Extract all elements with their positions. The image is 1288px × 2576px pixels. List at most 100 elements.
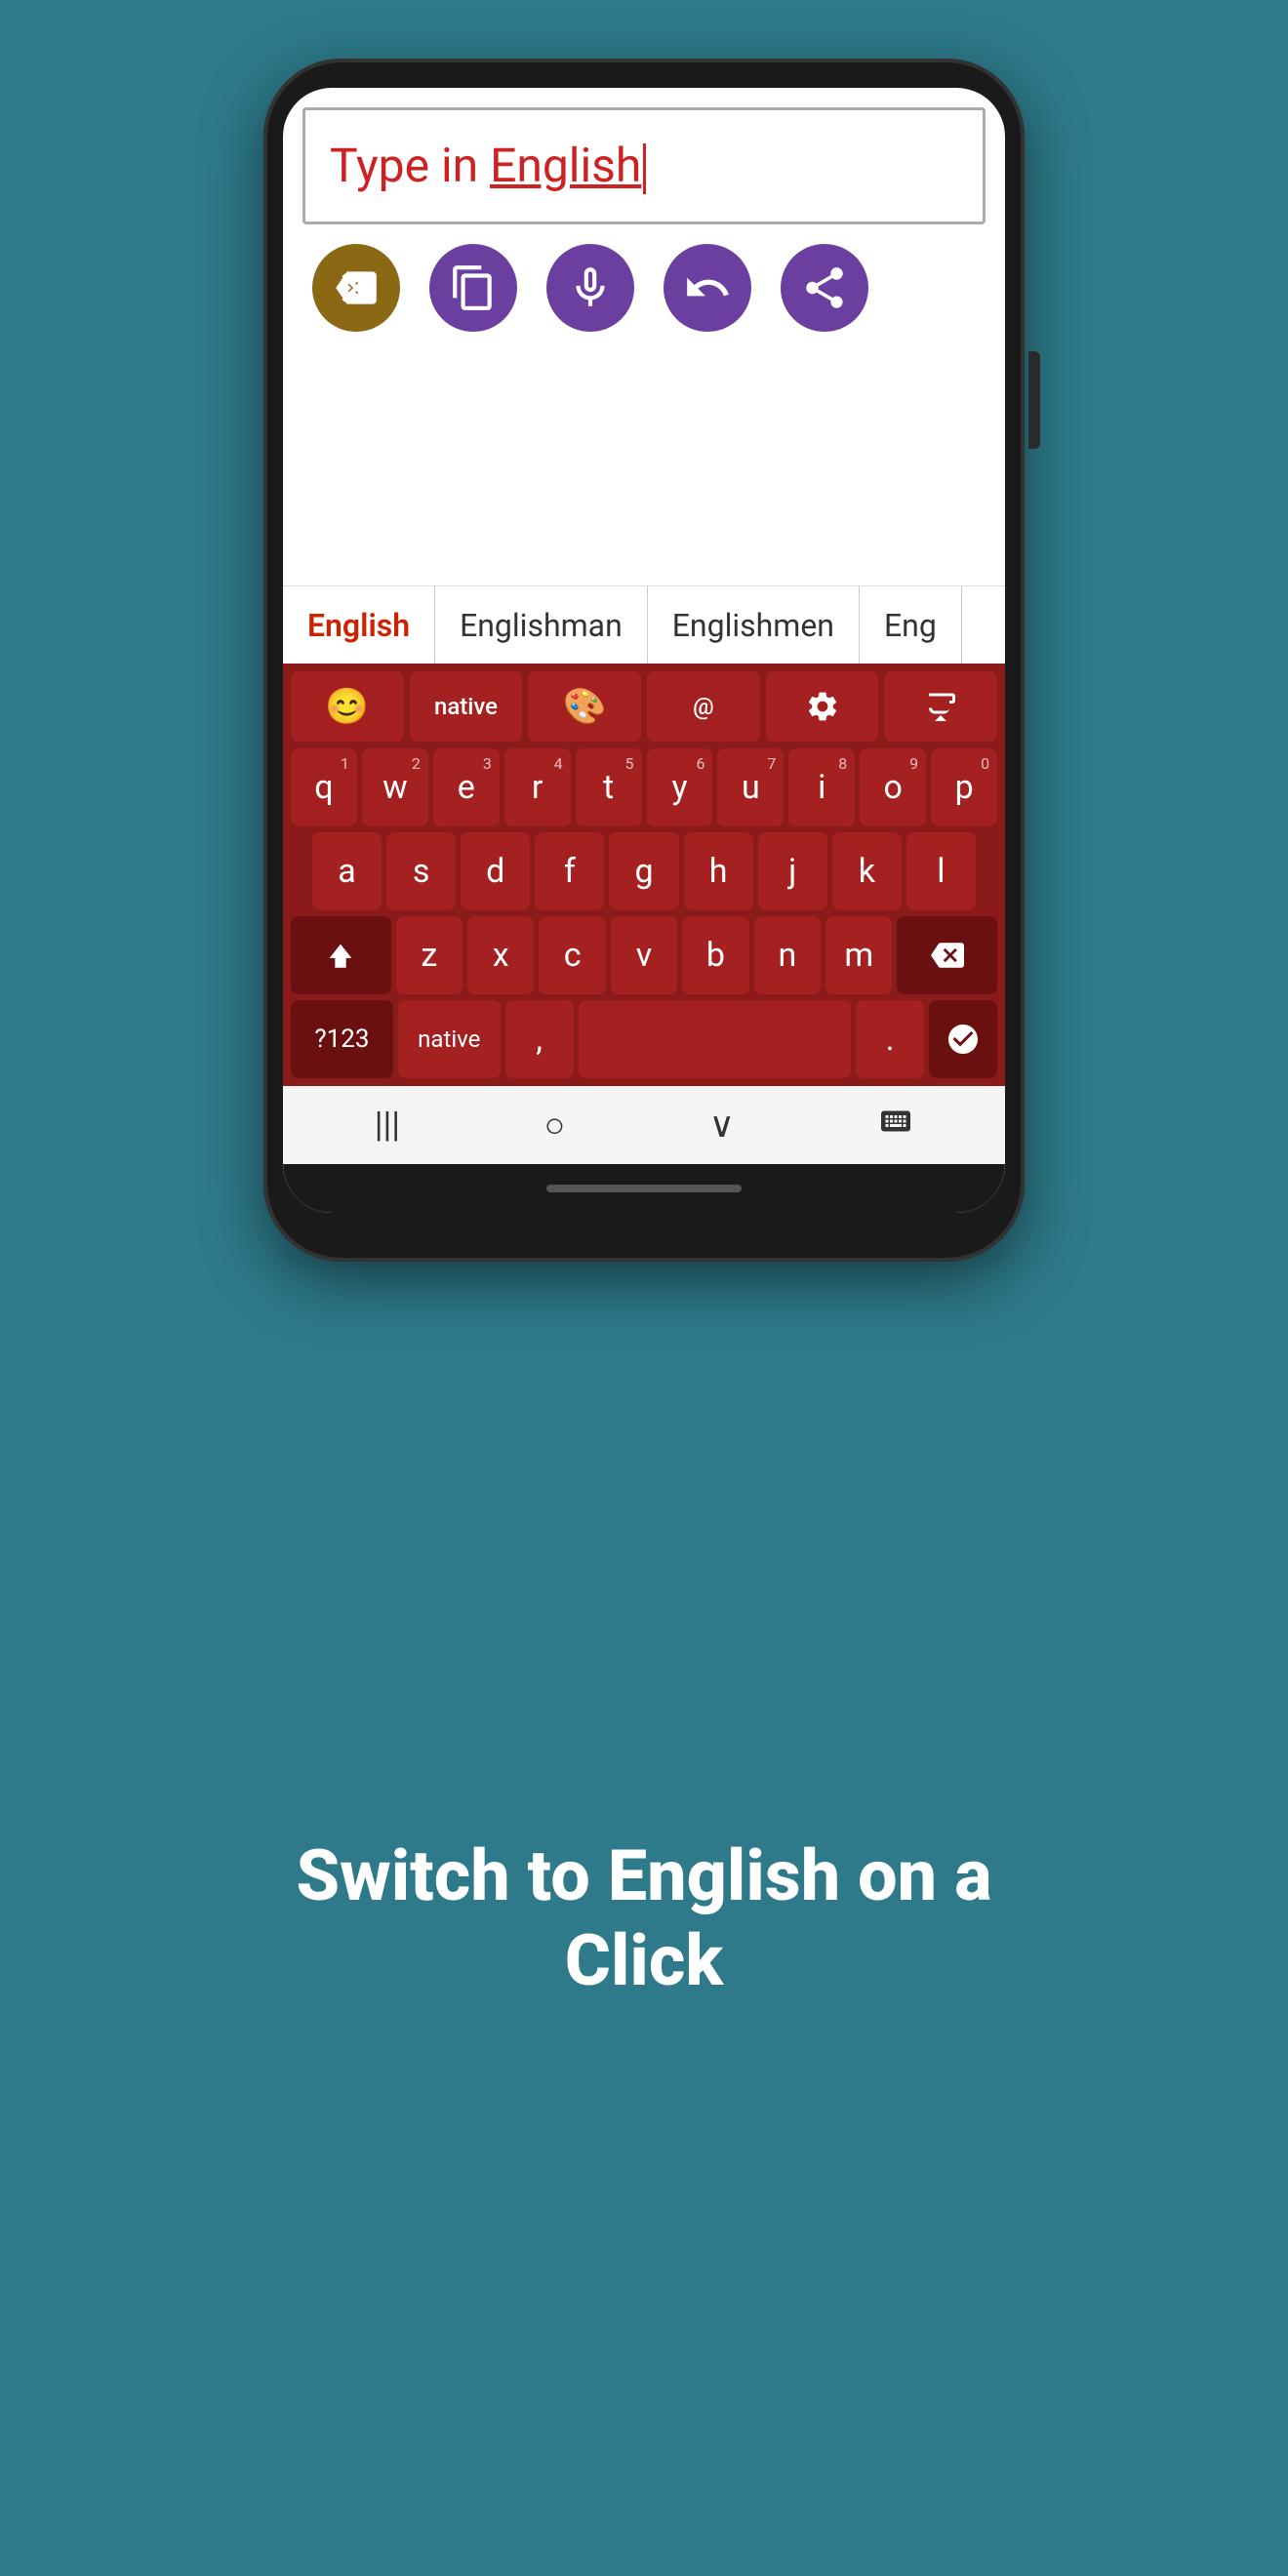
key-space[interactable] xyxy=(579,1000,852,1078)
key-backspace[interactable] xyxy=(897,916,997,994)
key-n[interactable]: n xyxy=(754,916,821,994)
key-q[interactable]: q 1 xyxy=(291,748,357,826)
suggestion-eng[interactable]: Eng xyxy=(860,586,962,664)
key-label: l xyxy=(937,855,945,888)
delete-icon xyxy=(332,263,381,312)
key-period[interactable]: . xyxy=(856,1000,924,1078)
key-g[interactable]: g xyxy=(609,832,678,910)
key-label: i xyxy=(818,771,825,804)
text-cursor xyxy=(643,143,646,194)
key-label: z xyxy=(421,939,437,972)
key-numbers[interactable]: ?123 xyxy=(291,1000,393,1078)
copy-button[interactable] xyxy=(429,244,517,332)
key-z[interactable]: z xyxy=(396,916,463,994)
emoji-icon: 😊 xyxy=(325,686,369,727)
settings-key[interactable] xyxy=(766,671,879,742)
phone-frame: Type in English xyxy=(263,59,1025,1262)
keyboard-area: 😊 native 🎨 @ xyxy=(283,664,1005,1164)
nav-keyboard[interactable] xyxy=(878,1104,913,1147)
key-h[interactable]: h xyxy=(684,832,753,910)
suggestion-englishman[interactable]: Englishman xyxy=(435,586,648,664)
home-bar xyxy=(283,1164,1005,1213)
side-button xyxy=(1028,351,1040,449)
key-shift[interactable] xyxy=(291,916,391,994)
toolbar-row xyxy=(283,224,1005,351)
text-underline: English xyxy=(490,138,641,193)
spacer-area xyxy=(283,351,1005,585)
undo-button[interactable] xyxy=(664,244,751,332)
phone-container: Type in English xyxy=(263,59,1025,1262)
copy-icon xyxy=(449,263,498,312)
key-t[interactable]: t 5 xyxy=(576,748,642,826)
key-label: y xyxy=(671,771,687,804)
key-number: 9 xyxy=(909,754,918,773)
keyboard-hide-key[interactable] xyxy=(884,671,997,742)
key-label: a xyxy=(338,855,356,888)
key-label: n xyxy=(778,939,796,972)
key-y[interactable]: y 6 xyxy=(647,748,713,826)
keyboard-hide-icon xyxy=(923,689,958,724)
keyboard-row-3: z x c v b n xyxy=(283,913,1005,997)
key-label: ?123 xyxy=(314,1026,369,1052)
key-label: v xyxy=(636,939,652,972)
at-label: @ xyxy=(693,693,714,720)
bottom-tagline: Switch to English on aClick xyxy=(297,1834,992,2003)
key-label: e xyxy=(458,771,475,804)
key-label: o xyxy=(884,771,903,804)
key-comma[interactable]: , xyxy=(505,1000,574,1078)
key-e[interactable]: e 3 xyxy=(433,748,500,826)
text-input-area[interactable]: Type in English xyxy=(302,107,986,224)
key-p[interactable]: p 0 xyxy=(931,748,997,826)
key-number: 6 xyxy=(696,754,704,773)
delete-button[interactable] xyxy=(312,244,400,332)
at-key[interactable]: @ xyxy=(647,671,760,742)
nav-home[interactable]: ○ xyxy=(543,1105,565,1146)
keyboard-top-row: 😊 native 🎨 @ xyxy=(283,664,1005,745)
key-label: r xyxy=(532,771,543,804)
backspace-icon xyxy=(931,939,964,972)
key-j[interactable]: j xyxy=(758,832,827,910)
key-u[interactable]: u 7 xyxy=(717,748,784,826)
nav-recents[interactable]: ∨ xyxy=(709,1105,735,1146)
key-native-bottom[interactable]: native xyxy=(398,1000,501,1078)
suggestion-englishmen[interactable]: Englishmen xyxy=(648,586,860,664)
key-l[interactable]: l xyxy=(906,832,976,910)
key-label: g xyxy=(634,855,653,888)
key-number: 2 xyxy=(412,754,421,773)
suggestion-english[interactable]: English xyxy=(283,586,435,664)
nav-back[interactable]: ||| xyxy=(375,1105,400,1146)
key-v[interactable]: v xyxy=(611,916,677,994)
undo-icon xyxy=(683,263,732,312)
key-label: q xyxy=(314,771,333,804)
home-bar-pill xyxy=(546,1185,742,1192)
emoji-key[interactable]: 😊 xyxy=(291,671,404,742)
native-key[interactable]: native xyxy=(410,671,523,742)
settings-icon xyxy=(805,689,840,724)
key-o[interactable]: o 9 xyxy=(860,748,926,826)
key-a[interactable]: a xyxy=(312,832,382,910)
key-c[interactable]: c xyxy=(539,916,605,994)
key-m[interactable]: m xyxy=(825,916,892,994)
key-label: t xyxy=(603,771,614,804)
phone-screen: Type in English xyxy=(283,88,1005,1213)
key-i[interactable]: i 8 xyxy=(788,748,855,826)
key-f[interactable]: f xyxy=(535,832,604,910)
key-done[interactable] xyxy=(929,1000,997,1078)
key-r[interactable]: r 4 xyxy=(504,748,571,826)
key-label: b xyxy=(706,939,725,972)
key-s[interactable]: s xyxy=(386,832,456,910)
share-button[interactable] xyxy=(781,244,868,332)
palette-icon: 🎨 xyxy=(563,686,607,727)
key-w[interactable]: w 2 xyxy=(362,748,428,826)
palette-key[interactable]: 🎨 xyxy=(528,671,641,742)
keyboard-row-4: ?123 native , . xyxy=(283,997,1005,1086)
key-label: p xyxy=(955,771,974,804)
key-label: . xyxy=(886,1023,895,1056)
key-b[interactable]: b xyxy=(682,916,748,994)
key-k[interactable]: k xyxy=(832,832,902,910)
key-x[interactable]: x xyxy=(467,916,534,994)
key-label: m xyxy=(844,939,873,972)
mic-button[interactable] xyxy=(546,244,634,332)
done-icon xyxy=(946,1022,981,1057)
key-d[interactable]: d xyxy=(461,832,530,910)
